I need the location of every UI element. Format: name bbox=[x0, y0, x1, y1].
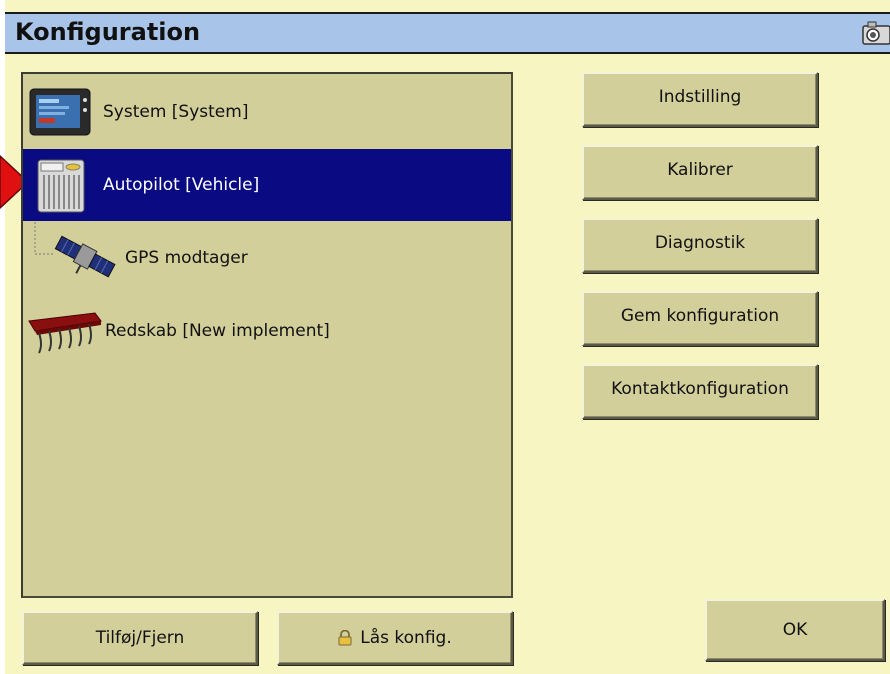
lock-config-button[interactable]: Lås konfig. bbox=[277, 611, 513, 665]
tree-item-label: Autopilot [Vehicle] bbox=[103, 175, 260, 195]
add-remove-button[interactable]: Tilføj/Fjern bbox=[22, 611, 258, 665]
connector-config-label: Kontaktkonfiguration bbox=[611, 378, 789, 399]
display-console-icon bbox=[29, 88, 91, 136]
lock-config-label: Lås konfig. bbox=[360, 628, 452, 648]
device-tree[interactable]: System [System] Autopilot [Vehicle] GPS … bbox=[21, 72, 513, 598]
window-title: Konfiguration bbox=[15, 18, 201, 46]
ok-label: OK bbox=[782, 620, 808, 640]
tree-item-label: GPS modtager bbox=[125, 248, 248, 268]
tree-item-autopilot[interactable]: Autopilot [Vehicle] bbox=[23, 149, 511, 221]
tree-item-system[interactable]: System [System] bbox=[23, 76, 511, 148]
diagnostics-button[interactable]: Diagnostik bbox=[582, 218, 818, 273]
tree-item-label: Redskab [New implement] bbox=[105, 321, 330, 341]
tree-item-implement[interactable]: Redskab [New implement] bbox=[23, 295, 511, 367]
lock-icon bbox=[338, 630, 352, 646]
connector-config-button[interactable]: Kontaktkonfiguration bbox=[582, 364, 818, 419]
camera-icon[interactable] bbox=[862, 20, 890, 46]
controller-module-icon bbox=[37, 159, 85, 213]
satellite-icon bbox=[54, 235, 116, 278]
implement-cultivator-icon bbox=[28, 312, 102, 354]
calibrate-button[interactable]: Kalibrer bbox=[582, 145, 818, 200]
ok-button[interactable]: OK bbox=[705, 599, 885, 661]
tree-item-label: System [System] bbox=[103, 102, 249, 122]
calibrate-label: Kalibrer bbox=[667, 159, 733, 180]
setup-label: Indstilling bbox=[658, 86, 742, 107]
diagnostics-label: Diagnostik bbox=[654, 232, 746, 253]
save-config-button[interactable]: Gem konfiguration bbox=[582, 291, 818, 346]
title-bar: Konfiguration bbox=[5, 12, 890, 54]
tree-item-gps[interactable]: GPS modtager bbox=[23, 222, 511, 294]
save-config-label: Gem konfiguration bbox=[620, 305, 780, 326]
setup-button[interactable]: Indstilling bbox=[582, 72, 818, 127]
add-remove-label: Tilføj/Fjern bbox=[95, 628, 185, 648]
